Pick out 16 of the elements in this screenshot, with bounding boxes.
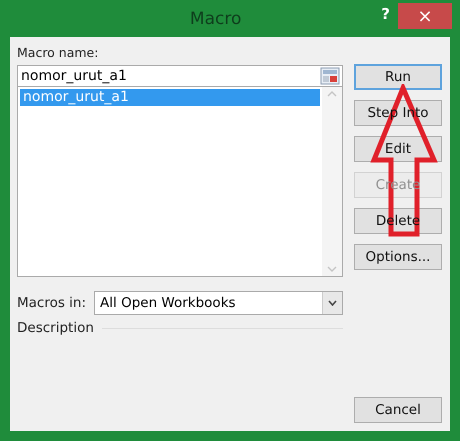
- help-button[interactable]: ?: [381, 5, 390, 23]
- macro-action-button[interactable]: Options...: [354, 244, 442, 270]
- collapse-dialog-icon[interactable]: [320, 67, 340, 85]
- close-button[interactable]: ×: [398, 3, 452, 29]
- macros-in-label: Macros in:: [17, 295, 86, 311]
- macro-name-input[interactable]: nomor_urut_a1: [18, 68, 140, 84]
- dropdown-caret-icon: [328, 300, 337, 306]
- window-title: Macro: [188, 8, 242, 29]
- macro-action-button[interactable]: Run: [354, 64, 442, 90]
- macro-name-label: Macro name:: [17, 45, 100, 62]
- description-label: Description: [17, 320, 94, 336]
- scroll-down-icon[interactable]: [327, 266, 337, 272]
- macros-in-dropdown[interactable]: All Open Workbooks: [94, 291, 343, 315]
- scroll-up-icon[interactable]: [327, 91, 337, 97]
- macro-name-field[interactable]: nomor_urut_a1: [17, 65, 343, 87]
- cancel-button[interactable]: Cancel: [354, 397, 442, 423]
